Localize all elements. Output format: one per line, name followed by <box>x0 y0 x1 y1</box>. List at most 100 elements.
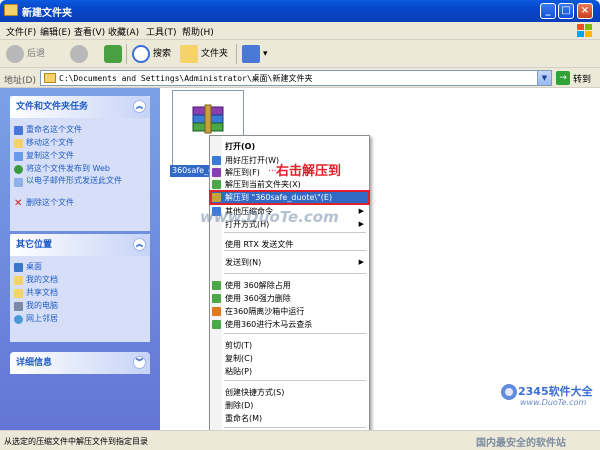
details-header[interactable]: 详细信息 ︾ <box>10 352 150 374</box>
menu-item-extract-here[interactable]: 解压到当前文件夹(X) <box>210 178 369 191</box>
menu-favorites[interactable]: 收藏(A) <box>108 25 139 38</box>
menu-tools[interactable]: 工具(T) <box>146 25 177 38</box>
my-documents-icon <box>14 276 23 285</box>
menu-item-cut[interactable]: 剪切(T) <box>210 339 369 352</box>
maximize-button[interactable]: □ <box>558 3 574 19</box>
file-tasks-title: 文件和文件夹任务 <box>16 102 89 112</box>
up-folder-icon <box>104 44 122 63</box>
collapse-up-icon[interactable]: ︽ <box>133 100 146 113</box>
search-icon <box>132 44 150 63</box>
menu-item-label: 解压到(F) <box>225 168 260 177</box>
menu-item-label: 使用 360强力删除 <box>225 294 291 303</box>
menu-item-extract-to-folder[interactable]: 解压到 "360safe_duote\"(E) <box>209 190 370 205</box>
place-shared-documents[interactable]: 共享文档 <box>10 287 150 299</box>
task-copy[interactable]: 复制这个文件 <box>10 150 150 162</box>
other-places-header[interactable]: 其它位置 ︽ <box>10 234 150 256</box>
go-button[interactable]: → 转到 <box>556 70 596 86</box>
watermark-center: www.DuoTe.com <box>200 208 339 226</box>
menu-view[interactable]: 查看(V) <box>74 25 105 38</box>
task-pane: 文件和文件夹任务 ︽ 重命名这个文件 移动这个文件 复制这个文件 将这个文件发布… <box>0 88 160 430</box>
file-tasks-panel: 文件和文件夹任务 ︽ 重命名这个文件 移动这个文件 复制这个文件 将这个文件发布… <box>10 96 150 231</box>
forward-arrow-icon <box>70 44 88 63</box>
my-computer-icon <box>14 302 23 311</box>
task-email[interactable]: 以电子邮件形式发送此文件 <box>10 176 150 196</box>
details-title: 详细信息 <box>16 358 53 368</box>
menu-item-360-unlock[interactable]: 使用 360解除占用 <box>210 279 369 292</box>
task-label: 移动这个文件 <box>26 138 74 147</box>
menu-separator <box>224 333 366 334</box>
forward-button[interactable] <box>70 44 91 64</box>
menu-separator <box>224 232 366 233</box>
task-rename[interactable]: 重命名这个文件 <box>10 124 150 136</box>
task-delete[interactable]: ✕ 删除这个文件 <box>10 197 150 209</box>
rar-archive-icon[interactable] <box>190 103 226 135</box>
place-network[interactable]: 网上邻居 <box>10 313 150 325</box>
status-bar: 从选定的压缩文件中解压文件到指定目录 国内最安全的软件站 <box>0 430 600 450</box>
menu-item-icon <box>212 168 221 177</box>
back-label: 后退 <box>27 49 46 59</box>
menu-item-360-trojan-scan[interactable]: 使用360进行木马云查杀 <box>210 318 369 331</box>
menu-item-delete[interactable]: 删除(D) <box>210 399 369 412</box>
menu-item-open[interactable]: 打开(O) <box>210 140 369 153</box>
place-desktop[interactable]: 桌面 <box>10 261 150 273</box>
menu-item-icon <box>212 193 221 202</box>
task-move[interactable]: 移动这个文件 <box>10 137 150 149</box>
menu-separator <box>224 273 366 274</box>
menu-item-360-force-delete[interactable]: 使用 360强力删除 <box>210 292 369 305</box>
chevron-down-icon[interactable]: ▼ <box>537 71 551 85</box>
details-panel: 详细信息 ︾ <box>10 352 150 374</box>
context-menu: 打开(O) 用好压打开(W) 解压到(F) 解压到当前文件夹(X) 解压到 "360sa… <box>209 135 370 450</box>
up-folder-button[interactable] <box>104 44 125 64</box>
task-publish-web[interactable]: 将这个文件发布到 Web <box>10 163 150 175</box>
views-button[interactable]: ▾ <box>242 44 268 64</box>
menu-item-label: 剪切(T) <box>225 341 253 350</box>
watermark-url: www.DuoTe.com <box>520 398 587 407</box>
close-button[interactable]: × <box>577 3 593 19</box>
address-bar: 地址(D) C:\Documents and Settings\Administ… <box>0 68 600 88</box>
menu-edit[interactable]: 编辑(E) <box>40 25 71 38</box>
title-bar[interactable]: 新建文件夹 _ □ × <box>0 0 600 22</box>
menu-item-label: 复制(C) <box>225 354 253 363</box>
address-input[interactable]: C:\Documents and Settings\Administrator\… <box>40 70 552 86</box>
task-label: 删除这个文件 <box>26 198 74 207</box>
menu-item-label: 删除(D) <box>225 401 254 410</box>
menu-item-paste[interactable]: 粘贴(P) <box>210 365 369 378</box>
menu-item-label: 创建快捷方式(S) <box>225 388 285 397</box>
task-label: 复制这个文件 <box>26 151 74 160</box>
annotation-label: 右击解压到 <box>276 164 342 179</box>
menu-item-send-to[interactable]: 发送到(N) ▶ <box>210 256 369 269</box>
menu-item-send-via-rtx[interactable]: 使用 RTX 发送文件 <box>210 238 369 251</box>
menu-item-copy[interactable]: 复制(C) <box>210 352 369 365</box>
toolbar: 后退 搜索 文件夹 ▾ <box>0 40 600 68</box>
copy-icon <box>14 152 23 161</box>
menu-item-icon <box>212 180 221 189</box>
menu-file[interactable]: 文件(F) <box>6 25 36 38</box>
file-tasks-header[interactable]: 文件和文件夹任务 ︽ <box>10 96 150 118</box>
menu-item-label: 在360隔离沙箱中运行 <box>225 307 305 316</box>
place-my-documents[interactable]: 我的文档 <box>10 274 150 286</box>
menu-item-create-shortcut[interactable]: 创建快捷方式(S) <box>210 386 369 399</box>
menu-item-label: 解压到 "360safe_duote\"(E) <box>225 193 333 202</box>
minimize-button[interactable]: _ <box>540 3 556 19</box>
move-icon <box>14 139 23 148</box>
menu-item-rename[interactable]: 重命名(M) <box>210 412 369 425</box>
email-icon <box>14 178 23 187</box>
folders-button[interactable]: 文件夹 <box>180 44 228 64</box>
search-button[interactable]: 搜索 <box>132 44 171 64</box>
windows-logo-icon <box>577 24 592 37</box>
folders-icon <box>180 44 198 63</box>
back-button[interactable]: 后退 <box>6 44 45 64</box>
folders-label: 文件夹 <box>201 49 229 59</box>
place-my-computer[interactable]: 我的电脑 <box>10 300 150 312</box>
menu-help[interactable]: 帮助(H) <box>182 25 214 38</box>
menu-item-360-sandbox-run[interactable]: 在360隔离沙箱中运行 <box>210 305 369 318</box>
rename-icon <box>14 126 23 135</box>
network-icon <box>14 315 23 324</box>
submenu-arrow-icon: ▶ <box>358 258 364 266</box>
collapse-up-icon[interactable]: ︽ <box>133 238 146 251</box>
place-label: 网上邻居 <box>26 314 58 323</box>
collapse-down-icon[interactable]: ︾ <box>133 356 146 369</box>
task-label: 以电子邮件形式发送此文件 <box>26 176 122 185</box>
menu-item-label: 打开(O) <box>225 142 256 151</box>
place-label: 我的电脑 <box>26 301 58 310</box>
